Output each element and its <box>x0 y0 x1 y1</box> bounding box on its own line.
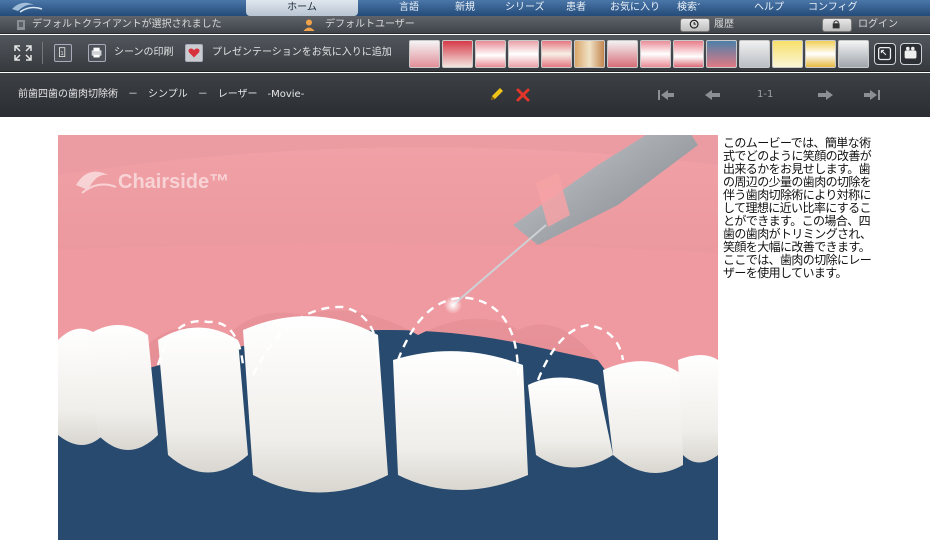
nav-patient[interactable]: 患者 <box>566 0 586 16</box>
user-status-text: デフォルトユーザー <box>325 19 415 30</box>
scene-thumbnail[interactable] <box>508 40 539 68</box>
nav-series[interactable]: シリーズ <box>505 0 545 16</box>
delete-icon[interactable] <box>513 85 533 105</box>
video-camera-icon <box>904 46 917 59</box>
fullscreen-button[interactable] <box>874 43 896 65</box>
page-counter: 1-1 <box>757 89 774 100</box>
scene-thumbnail[interactable] <box>739 40 770 68</box>
scene-thumbnail[interactable] <box>673 40 704 68</box>
scene-thumbnail[interactable] <box>772 40 803 68</box>
previous-page-icon[interactable] <box>702 85 724 105</box>
heart-icon <box>185 44 203 62</box>
app-logo-icon <box>12 2 43 13</box>
clock-icon <box>680 18 710 32</box>
chevron-down-icon: ˅ <box>697 3 701 11</box>
app-window: ホーム 言語 新規 シリーズ 患者 お気に入り 検索˅ ヘルプ コンフィグ デフ… <box>0 0 930 540</box>
svg-text:1: 1 <box>60 51 63 57</box>
fit-screen-icon <box>14 45 32 61</box>
movie-watermark: Chairside™ <box>118 171 230 193</box>
lock-icon <box>822 18 852 32</box>
scene-thumbnail[interactable] <box>442 40 473 68</box>
scene-thumbnail[interactable] <box>706 40 737 68</box>
slide-icon: 1 <box>54 44 72 62</box>
dental-illustration <box>58 135 718 540</box>
scene-thumbnail[interactable] <box>805 40 836 68</box>
print-scene-label: シーンの印刷 <box>114 47 174 58</box>
user-icon <box>303 19 315 31</box>
nav-new[interactable]: 新規 <box>455 0 475 16</box>
print-icon <box>88 44 106 62</box>
login-button[interactable]: ログイン <box>822 18 902 32</box>
status-bar: デフォルトクライアントが選択されました デフォルトユーザー 履歴 ログイン <box>0 16 930 34</box>
scene-thumbnail[interactable] <box>475 40 506 68</box>
slide-button[interactable]: 1 <box>52 43 74 63</box>
nav-home[interactable]: ホーム <box>246 0 358 16</box>
movie-description: このムービーでは、簡単な術式でどのように笑顔の改善が出来るかをお見せします。歯の… <box>723 136 872 280</box>
fullscreen-icon <box>878 47 892 61</box>
history-button[interactable]: 履歴 <box>680 18 740 32</box>
last-page-icon[interactable] <box>861 85 883 105</box>
nav-favorites[interactable]: お気に入り <box>610 0 660 16</box>
top-navigation: ホーム 言語 新規 シリーズ 患者 お気に入り 検索˅ ヘルプ コンフィグ <box>0 0 930 16</box>
add-favorite-button[interactable]: プレゼンテーションをお気に入りに追加 <box>185 43 395 63</box>
movie-player[interactable]: Chairside™ <box>58 135 718 540</box>
nav-search-label: 検索 <box>677 2 697 13</box>
client-status-text: デフォルトクライアントが選択されました <box>32 19 222 30</box>
playback-bar: 前歯四歯の歯肉切除術 － シンプル － レーザー -Movie- 1-1 <box>0 73 930 117</box>
next-page-icon[interactable] <box>814 85 836 105</box>
nav-language[interactable]: 言語 <box>399 0 419 16</box>
scene-thumbnail[interactable] <box>574 40 605 68</box>
scene-thumbnail[interactable] <box>640 40 671 68</box>
nav-search[interactable]: 検索˅ <box>677 0 701 16</box>
add-favorite-label: プレゼンテーションをお気に入りに追加 <box>212 47 392 58</box>
content-area: Chairside™ このムービーでは、簡単な術式でどのように笑顔の改善が出来る… <box>0 117 930 540</box>
client-flag-icon <box>17 20 25 30</box>
movie-title: 前歯四歯の歯肉切除術 － シンプル － レーザー -Movie- <box>18 89 305 100</box>
pencil-edit-icon[interactable] <box>486 85 506 105</box>
scene-thumbnail[interactable] <box>838 40 869 68</box>
first-page-icon[interactable] <box>655 85 677 105</box>
fit-screen-button[interactable] <box>12 43 34 63</box>
scene-thumbnail[interactable] <box>409 40 440 68</box>
nav-config[interactable]: コンフィグ <box>808 0 858 16</box>
history-label: 履歴 <box>714 19 734 30</box>
scene-thumbnail[interactable] <box>541 40 572 68</box>
scene-thumbnail[interactable] <box>607 40 638 68</box>
toolbar: 1 シーンの印刷 プレゼンテーションをお気に入りに追加 <box>0 35 930 72</box>
nav-help[interactable]: ヘルプ <box>754 0 784 16</box>
toolbar-divider <box>42 42 43 64</box>
login-label: ログイン <box>858 19 898 30</box>
video-camera-button[interactable] <box>900 43 922 65</box>
